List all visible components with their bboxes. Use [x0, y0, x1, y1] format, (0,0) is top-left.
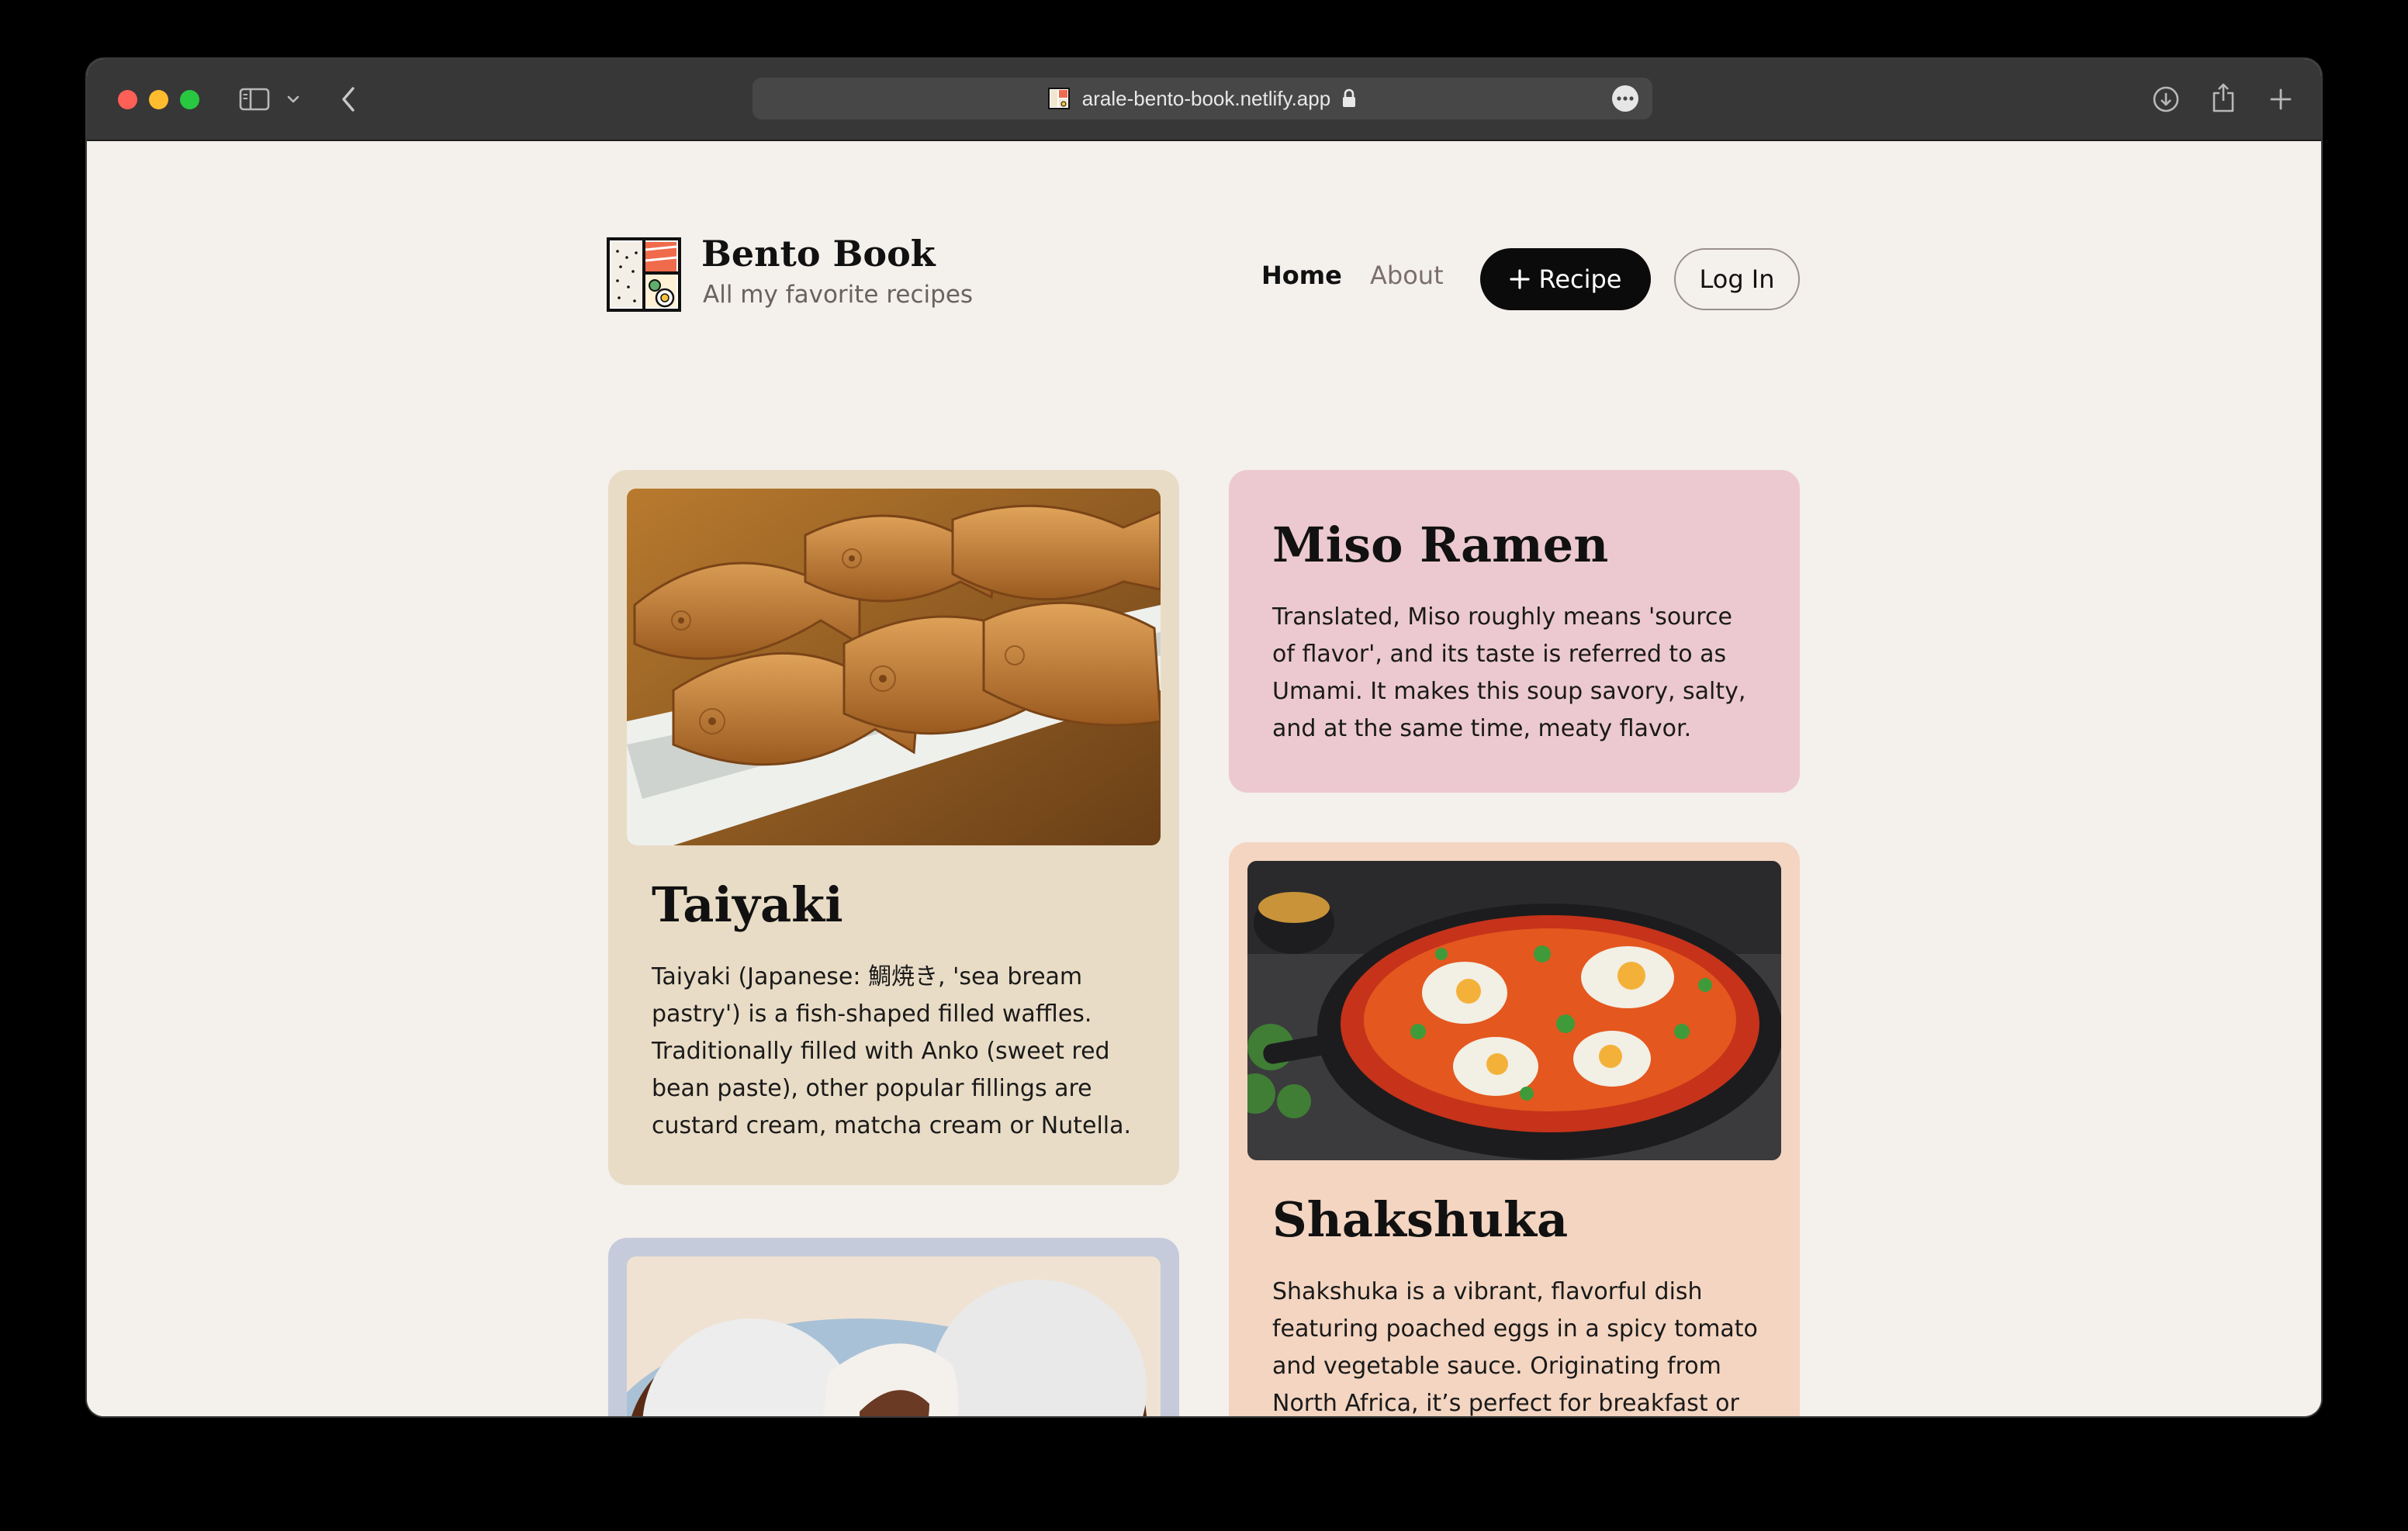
recipe-card-miso-ramen[interactable]: Miso Ramen Translated, Miso roughly mean… — [1229, 470, 1800, 793]
plus-icon — [1509, 269, 1530, 289]
zoom-window-button[interactable] — [180, 90, 199, 109]
close-window-button[interactable] — [118, 90, 137, 109]
recipe-description: Shakshuka is a vibrant, flavorful dish f… — [1272, 1278, 1758, 1416]
minimize-window-button[interactable] — [149, 90, 168, 109]
recipe-title: Taiyaki — [652, 876, 843, 933]
chevron-down-icon[interactable] — [284, 90, 303, 109]
address-bar[interactable]: arale-bento-book.netlify.app — [752, 78, 1652, 119]
recipe-title: Miso Ramen — [1272, 517, 1609, 573]
recipe-description: Translated, Miso roughly means 'source o… — [1272, 603, 1746, 742]
recipe-card-shakshuka[interactable]: Shakshuka Shakshuka is a vibrant, flavor… — [1229, 842, 1800, 1416]
downloads-icon[interactable] — [2150, 84, 2181, 115]
more-options-icon[interactable] — [1612, 85, 1638, 112]
recipe-description: Taiyaki (Japanese: 鯛焼き, 'sea bream pastr… — [652, 963, 1132, 1139]
page-viewport: Bento Book All my favorite recipes Home … — [87, 141, 2321, 1416]
site-subtitle: All my favorite recipes — [703, 281, 974, 309]
nav-about-link[interactable]: About — [1370, 261, 1444, 290]
taiyaki-image — [627, 489, 1161, 845]
back-arrow-icon[interactable] — [337, 84, 360, 115]
bento-logo-icon[interactable] — [607, 237, 681, 312]
sidebar-icon[interactable] — [237, 85, 272, 113]
add-recipe-button[interactable]: Recipe — [1480, 248, 1651, 310]
browser-window: arale-bento-book.netlify.app Bento Book … — [87, 59, 2321, 1416]
mochi-image — [627, 1256, 1161, 1416]
site-title[interactable]: Bento Book — [701, 233, 936, 275]
new-tab-icon[interactable] — [2265, 84, 2296, 115]
login-button[interactable]: Log In — [1674, 248, 1800, 310]
url-text: arale-bento-book.netlify.app — [1081, 86, 1331, 110]
lock-icon — [1343, 88, 1356, 107]
browser-toolbar: arale-bento-book.netlify.app — [87, 59, 2321, 141]
shakshuka-image — [1247, 861, 1781, 1160]
nav-home-link[interactable]: Home — [1261, 261, 1342, 290]
recipe-card-taiyaki[interactable]: Taiyaki Taiyaki (Japanese: 鯛焼き, 'sea bre… — [608, 470, 1179, 1185]
recipe-card-mochi[interactable] — [608, 1238, 1179, 1416]
site-favicon-icon — [1047, 88, 1070, 109]
add-recipe-label: Recipe — [1538, 264, 1622, 294]
recipe-title: Shakshuka — [1272, 1191, 1569, 1248]
share-icon[interactable] — [2208, 81, 2239, 115]
